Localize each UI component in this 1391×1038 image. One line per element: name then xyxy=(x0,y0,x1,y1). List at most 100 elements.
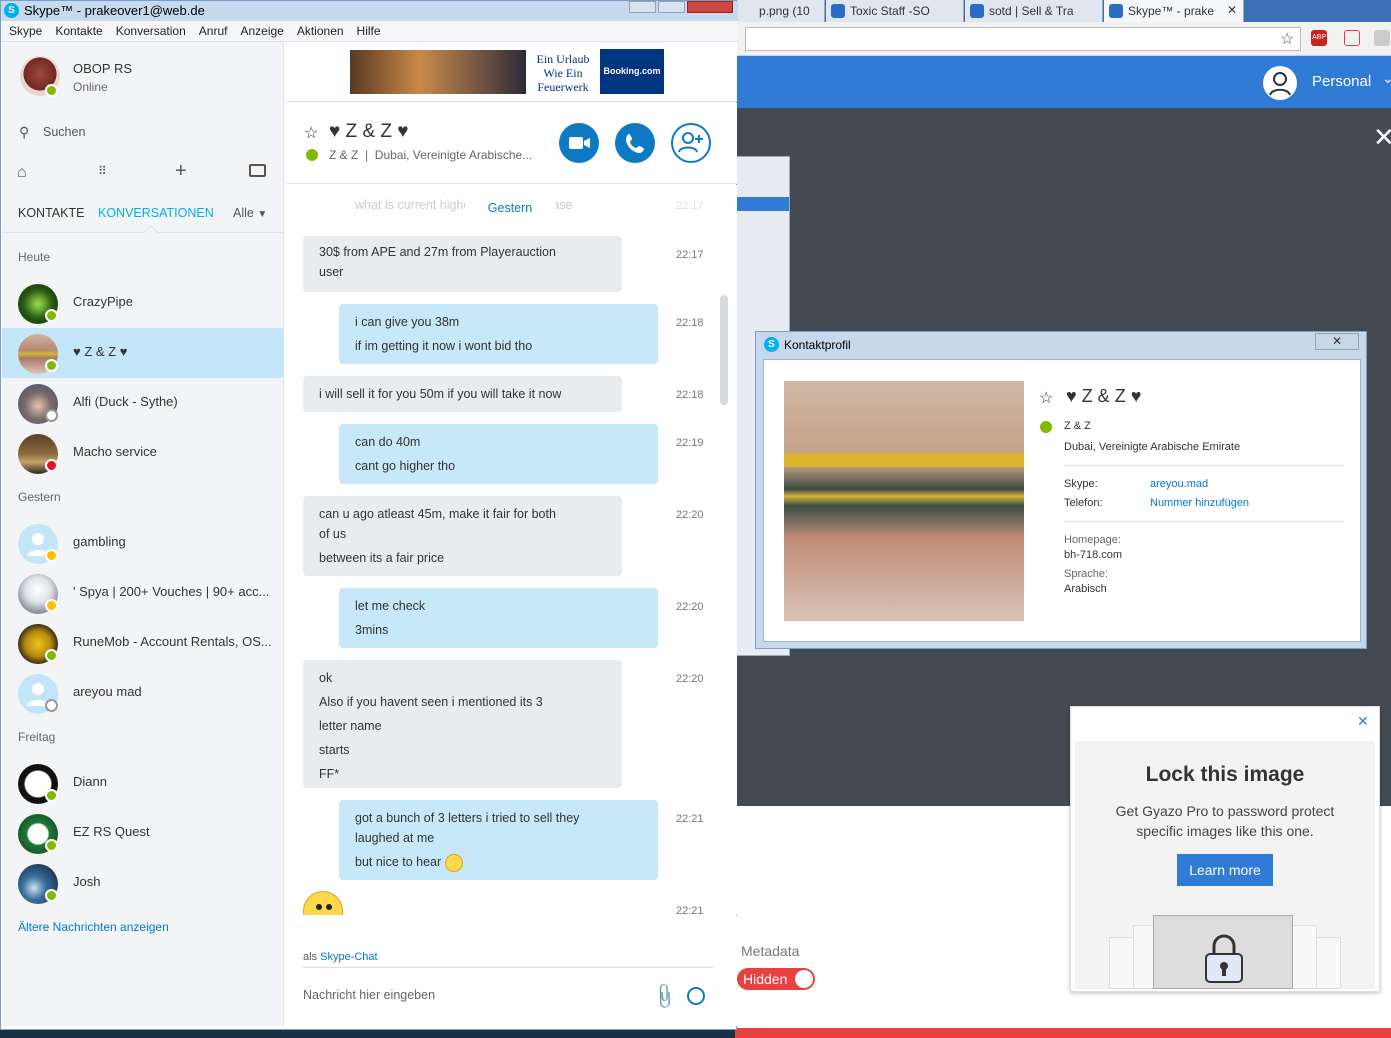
profile-name[interactable]: OBOP RS xyxy=(73,61,132,76)
favorite-star-icon[interactable]: ☆ xyxy=(1039,388,1053,408)
message-time: 22:20 xyxy=(676,509,704,521)
chat-title: ♥ Z & Z ♥ xyxy=(329,121,409,142)
online-status-icon xyxy=(45,789,58,802)
maximize-button[interactable] xyxy=(658,1,685,13)
divider xyxy=(1064,465,1344,466)
menu-konversation[interactable]: Konversation xyxy=(116,24,186,38)
window-title: Kontaktprofil xyxy=(784,338,851,352)
contact-item[interactable]: Alfi (Duck - Sythe) xyxy=(2,378,284,428)
contact-item-selected[interactable]: ♥ Z & Z ♥ xyxy=(2,328,284,378)
close-icon[interactable]: ✕ xyxy=(1373,122,1391,153)
divider xyxy=(2,232,284,233)
contact-item[interactable]: Josh xyxy=(2,858,284,908)
voice-call-button[interactable] xyxy=(615,123,655,163)
contact-item[interactable]: EZ RS Quest xyxy=(2,808,284,858)
contact-item[interactable]: gambling xyxy=(2,518,284,568)
filter-label: Alle xyxy=(233,206,254,220)
message-incoming[interactable]: 30$ from APE and 27m from Playerauction u… xyxy=(303,236,622,292)
search-input[interactable]: Suchen xyxy=(43,125,85,139)
chat-mode-link[interactable]: Skype-Chat xyxy=(320,951,377,963)
online-status-icon xyxy=(1040,421,1052,433)
metadata-toggle[interactable]: Hidden xyxy=(737,968,815,990)
bookmark-star-icon[interactable]: ☆ xyxy=(1280,29,1294,49)
message-incoming[interactable]: ok Also if you havent seen i mentioned it… xyxy=(303,660,622,788)
ad-text[interactable]: Ein Urlaub Wie Ein Feuerwerk xyxy=(531,52,595,94)
add-phone-link[interactable]: Nummer hinzufügen xyxy=(1150,497,1249,509)
url-field[interactable] xyxy=(745,27,1301,51)
learn-more-button[interactable]: Learn more xyxy=(1177,854,1273,886)
user-label[interactable]: Personal xyxy=(1312,73,1371,90)
tab-conversations[interactable]: KONVERSATIONEN xyxy=(98,206,214,220)
dialpad-icon[interactable]: ⠿ xyxy=(98,164,107,178)
tab-favicon-icon xyxy=(970,4,984,18)
close-icon[interactable]: ✕ xyxy=(1357,713,1369,730)
contact-name: EZ RS Quest xyxy=(73,824,150,839)
menu-anzeige[interactable]: Anzeige xyxy=(240,24,283,38)
large-emoji-icon xyxy=(303,891,343,915)
tab-close-icon[interactable]: ✕ xyxy=(1227,3,1237,17)
ad-image[interactable] xyxy=(350,50,526,94)
contact-item[interactable]: ' Spya | 200+ Vouches | 90+ acc... xyxy=(2,568,284,618)
favorite-star-icon[interactable]: ☆ xyxy=(304,123,318,143)
tab-label: p.png (10 xyxy=(759,4,810,18)
menu-skype[interactable]: Skype xyxy=(9,24,42,38)
booking-logo[interactable]: Booking.com xyxy=(600,49,664,94)
contacts-card-icon[interactable] xyxy=(249,164,266,177)
adblock-icon[interactable]: ABP xyxy=(1311,30,1327,46)
contact-item[interactable]: RuneMob - Account Rentals, OS... xyxy=(2,618,284,668)
browser-tab-active[interactable]: Skype™ - prake ✕ xyxy=(1104,0,1244,22)
video-call-button[interactable] xyxy=(559,123,599,163)
profile-status[interactable]: Online xyxy=(73,80,108,94)
chevron-down-icon: ▼ xyxy=(257,209,268,220)
home-icon[interactable]: ⌂ xyxy=(17,164,27,182)
browser-tab[interactable]: sotd | Sell & Tra xyxy=(965,0,1103,22)
contact-item[interactable]: Diann xyxy=(2,758,284,808)
extension-icon[interactable] xyxy=(1344,30,1360,46)
message-incoming[interactable]: i will sell it for you 50m if you will t… xyxy=(303,376,622,412)
menu-anruf[interactable]: Anruf xyxy=(199,24,228,38)
menu-kontakte[interactable]: Kontakte xyxy=(55,24,102,38)
message-outgoing[interactable]: can do 40m cant go higher tho xyxy=(339,424,658,484)
older-messages-link[interactable]: Ältere Nachrichten anzeigen xyxy=(18,920,169,934)
tab-contacts[interactable]: KONTAKTE xyxy=(18,206,84,220)
contact-item[interactable]: areyou mad xyxy=(2,668,284,718)
minimize-button[interactable] xyxy=(629,1,656,13)
browser-tab[interactable]: Toxic Staff -SO xyxy=(826,0,964,22)
message-outgoing[interactable]: i can give you 38m if im getting it now i… xyxy=(339,304,658,364)
browser-tab[interactable]: p.png (10 xyxy=(735,0,825,22)
scrollbar-thumb[interactable] xyxy=(720,295,728,405)
message-incoming[interactable]: can u ago atleast 45m, make it fair for … xyxy=(303,496,622,576)
emoticon-icon[interactable] xyxy=(687,987,705,1005)
user-avatar-icon[interactable] xyxy=(1263,66,1297,100)
message-line: 30$ from APE and 27m from Playerauction xyxy=(319,245,556,259)
add-icon[interactable]: + xyxy=(175,160,187,183)
filter-dropdown[interactable]: Alle ▼ xyxy=(233,206,267,220)
skype-logo-icon: S xyxy=(764,337,779,352)
message-time: 22:17 xyxy=(676,249,704,261)
menu-aktionen[interactable]: Aktionen xyxy=(297,24,344,38)
add-participant-button[interactable] xyxy=(671,123,711,163)
close-button[interactable]: ✕ xyxy=(1315,333,1359,350)
message-outgoing[interactable]: let me check 3mins xyxy=(339,588,658,648)
chevron-down-icon[interactable]: ⌄ xyxy=(1382,70,1391,87)
extension-icon[interactable] xyxy=(1374,30,1390,46)
toggle-knob xyxy=(795,970,813,988)
message-time: 22:18 xyxy=(676,317,704,329)
smiley-emoji-icon xyxy=(444,853,463,872)
message-line: can do 40m xyxy=(355,435,421,449)
contact-item[interactable]: CrazyPipe xyxy=(2,278,284,328)
message-line: cant go higher tho xyxy=(355,459,456,473)
attachment-icon[interactable]: 📎 xyxy=(649,981,680,1011)
message-line: between its a fair price xyxy=(319,551,445,565)
contact-name: Diann xyxy=(73,774,107,789)
message-input[interactable]: Nachricht hier eingeben xyxy=(303,988,435,1002)
message-outgoing[interactable]: got a bunch of 3 letters i tried to sell… xyxy=(339,800,658,880)
skype-id-link[interactable]: areyou.mad xyxy=(1150,478,1208,490)
popup-body: Lock this image Get Gyazo Pro to passwor… xyxy=(1075,741,1375,989)
skype-label: Skype: xyxy=(1064,478,1098,490)
contact-item[interactable]: Macho service xyxy=(2,428,284,478)
close-button[interactable] xyxy=(687,1,733,13)
menu-hilfe[interactable]: Hilfe xyxy=(357,24,381,38)
video-icon xyxy=(569,137,590,149)
language-value: Arabisch xyxy=(1064,583,1107,595)
